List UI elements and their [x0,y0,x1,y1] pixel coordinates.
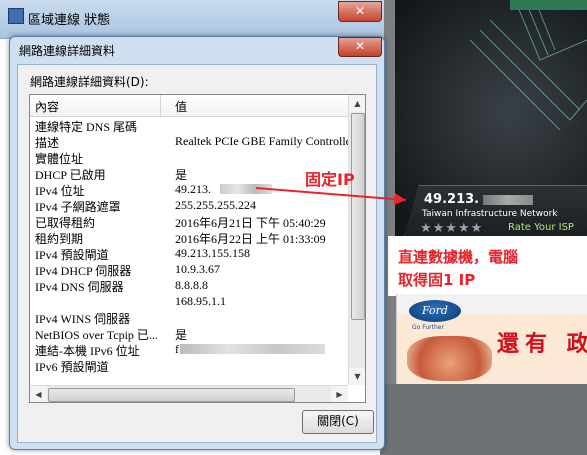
annotation-note-line2: 取得固1 IP [398,271,476,289]
horizontal-scroll-thumb[interactable] [48,388,295,402]
rate-isp-link[interactable]: Rate Your ISP [508,222,574,233]
redacted-ipv6-block [180,344,325,354]
row-value: 8.8.8.8 [175,278,208,292]
annotation-arrow-icon [256,187,407,205]
ad-headline: 還有 政 [497,332,587,357]
table-row[interactable]: 連線特定 DNS 尾碼 [30,117,348,134]
speed-gauge-graphic [469,0,587,131]
table-row[interactable]: IPv6 預設閘道 [30,357,348,374]
redacted-ip-block [483,194,534,205]
table-row[interactable]: IPv4 DNS 伺服器 8.8.8.8 [30,277,348,294]
network-icon [8,8,24,24]
table-row[interactable]: 租約到期 2016年6月22日 上午 01:33:09 [30,229,348,246]
row-value: 168.95.1.1 [175,294,226,308]
network-details-dialog: 網路連線詳細資料 ✕ 網路連線詳細資料(D): 內容 值 連線特定 DNS 尾碼… [9,36,385,450]
ford-logo: Ford [409,300,461,322]
table-row[interactable]: 描述 Realtek PCIe GBE Family Controller [30,133,355,150]
scroll-right-icon[interactable]: ▶ [331,386,348,402]
details-list[interactable]: 內容 值 連線特定 DNS 尾碼 描述 Realtek PCIe GBE Famil… [29,94,366,403]
table-row[interactable]: IPv4 預設閘道 49.213.155.158 [30,245,348,262]
ad-tagline: Go Further [412,324,444,331]
ad-image [407,336,492,381]
speedtest-ip: 49.213. [424,192,534,207]
scroll-down-icon[interactable]: ▼ [349,368,365,385]
table-row[interactable]: IPv4 DHCP 伺服器 10.9.3.67 [30,261,348,278]
row-value: 49.213.155.158 [175,246,250,260]
column-header-property[interactable]: 內容 [35,98,59,115]
vertical-scrollbar[interactable]: ▲ ▼ [348,95,365,385]
column-divider[interactable] [160,95,161,116]
row-value: 10.9.3.67 [175,262,220,276]
annotation-note: 直連數據機，電腦 取得固1 IP [398,246,518,292]
browser-lower-area [380,384,587,455]
horizontal-scrollbar[interactable]: ◀ ▶ [30,385,348,402]
vertical-scroll-thumb[interactable] [351,113,365,320]
row-property: IPv6 預設閘道 [35,360,109,374]
dialog-close-icon[interactable]: ✕ [338,37,382,57]
ad-banner[interactable]: Ford Go Further 還有 政 [396,294,587,384]
row-value: 49.213. [175,182,211,196]
scroll-left-icon[interactable]: ◀ [30,386,47,402]
isp-name: Taiwan Infrastructure Network [422,209,558,219]
column-header-value[interactable]: 值 [175,98,187,115]
background-window-titlebar[interactable]: 區域連線 狀態 ✕ [0,0,384,39]
table-row[interactable]: 實體位址 [30,149,348,166]
scroll-up-icon[interactable]: ▲ [349,95,365,112]
rating-stars[interactable]: ★★★★★ [420,221,483,236]
details-section-label: 網路連線詳細資料(D): [30,75,149,89]
annotation-note-line1: 直連數據機，電腦 [398,248,519,266]
table-row[interactable]: 168.95.1.1 [30,293,348,309]
table-row[interactable]: NetBIOS over Tcpip 已... 是 [30,325,348,342]
row-value: 255.255.255.224 [175,198,256,212]
table-row[interactable]: IPv4 WINS 伺服器 [30,309,348,326]
row-value: Realtek PCIe GBE Family Controller [175,134,355,148]
list-header: 內容 值 [30,95,348,117]
dialog-body: 網路連線詳細資料(D): 內容 值 連線特定 DNS 尾碼 描述 Realtek P… [17,64,377,443]
background-window-close-button[interactable]: ✕ [338,1,382,22]
close-button[interactable]: 關閉(C) [302,410,374,434]
dialog-title: 網路連線詳細資料 [19,44,116,58]
row-value: f [175,342,179,356]
background-window-title: 區域連線 狀態 [28,13,111,28]
table-row[interactable]: 連結-本機 IPv6 位址 f [30,341,348,358]
list-rows: 連線特定 DNS 尾碼 描述 Realtek PCIe GBE Family Con… [30,117,355,374]
